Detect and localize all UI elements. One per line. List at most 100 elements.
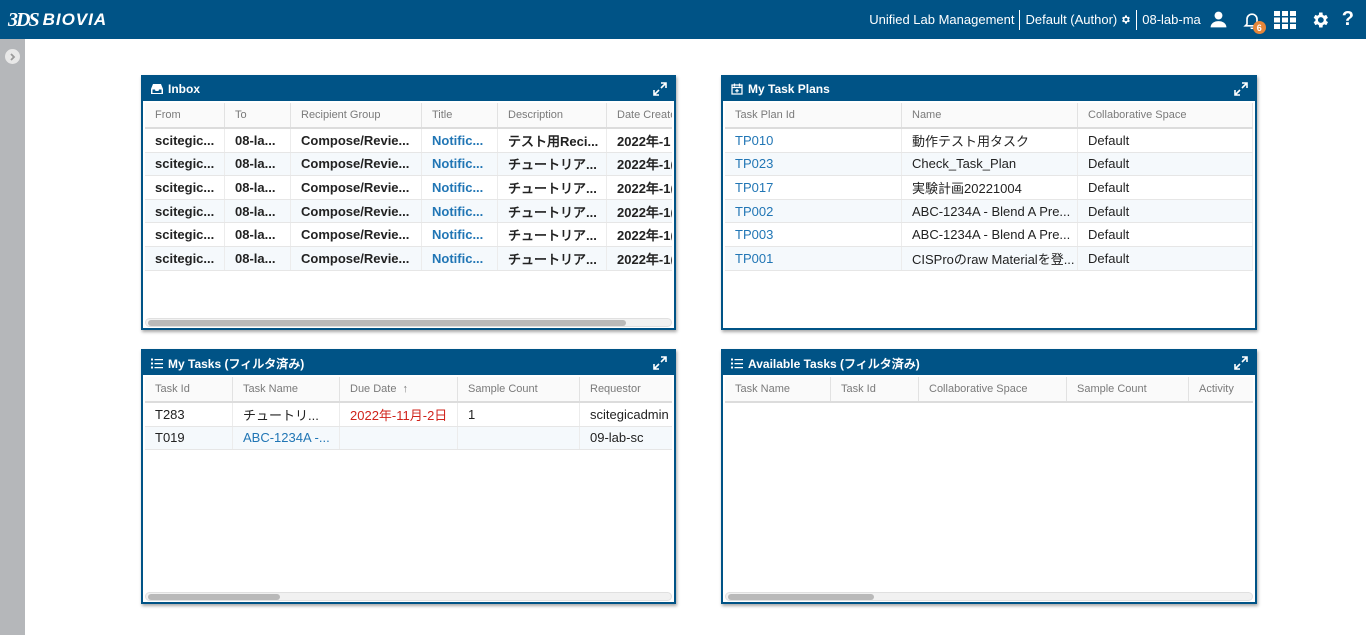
column-header[interactable]: To xyxy=(225,103,291,127)
table-cell: 08-la... xyxy=(225,129,291,152)
list-icon xyxy=(151,358,163,368)
table-row[interactable]: TP003 ABC-1234A - Blend A Pre... Default xyxy=(725,223,1253,247)
table-cell: チュートリア... xyxy=(498,246,607,270)
column-header[interactable]: Recipient Group xyxy=(291,103,422,127)
table-row[interactable]: TP017 実験計画20221004 Default xyxy=(725,176,1253,200)
table-row[interactable]: T283 チュートリ... 2022年-11月-2日 1 scitegicadmin xyxy=(145,403,672,427)
expand-icon[interactable] xyxy=(653,356,667,370)
my-tasks-panel-header: My Tasks (フィルタ済み) xyxy=(143,351,674,375)
table-row[interactable]: scitegic... 08-la... Compose/Revie... Notif… xyxy=(145,246,672,271)
table-cell[interactable]: TP010 xyxy=(725,129,902,152)
table-cell: CISProのraw Materialを登... xyxy=(902,246,1078,270)
table-row[interactable]: TP002 ABC-1234A - Blend A Pre... Default xyxy=(725,199,1253,224)
table-cell[interactable]: TP002 xyxy=(725,199,902,223)
table-cell[interactable]: Notific... xyxy=(422,223,498,246)
column-header[interactable]: Sample Count xyxy=(458,377,580,401)
table-cell[interactable]: Notific... xyxy=(422,176,498,199)
table-cell xyxy=(340,426,458,450)
top-bar: 3DS BIOVIA Unified Lab Management Defaul… xyxy=(0,0,1366,39)
table-cell[interactable]: TP001 xyxy=(725,246,902,270)
table-cell[interactable]: TP003 xyxy=(725,223,902,246)
biovia-logo[interactable]: 3DS BIOVIA xyxy=(8,8,107,32)
table-cell: Check_Task_Plan xyxy=(902,152,1078,176)
table-cell[interactable]: Notific... xyxy=(422,152,498,176)
scrollbar-thumb[interactable] xyxy=(148,320,626,326)
column-header[interactable]: Task Name xyxy=(233,377,340,401)
table-cell[interactable]: ABC-1234A -... xyxy=(233,426,340,450)
table-cell: Default xyxy=(1078,129,1253,152)
table-cell[interactable]: TP023 xyxy=(725,152,902,176)
table-cell[interactable]: TP017 xyxy=(725,176,902,199)
table-cell[interactable]: Notific... xyxy=(422,199,498,223)
table-cell: 08-la... xyxy=(225,199,291,223)
user-icon[interactable] xyxy=(1209,0,1228,39)
task-plans-rows: TP010 動作テスト用タスク Default TP023 Check_Task_Pla… xyxy=(725,129,1253,271)
column-header[interactable]: Title xyxy=(422,103,498,127)
table-cell: ABC-1234A - Blend A Pre... xyxy=(902,223,1078,246)
table-row[interactable]: scitegic... 08-la... Compose/Revie... Notif… xyxy=(145,176,672,200)
column-header[interactable]: Activity xyxy=(1189,377,1253,401)
role-selector[interactable]: Default (Author) xyxy=(1025,12,1117,27)
task-plans-grid-header: Task Plan Id Name Collaborative Space xyxy=(725,103,1253,129)
horizontal-scrollbar[interactable] xyxy=(725,592,1253,601)
table-cell: 2022年-11月-2日 xyxy=(340,403,458,426)
task-plans-panel: My Task Plans Task Plan Id Name Collabor… xyxy=(721,75,1257,330)
table-row[interactable]: scitegic... 08-la... Compose/Revie... Notif… xyxy=(145,152,672,177)
column-header-label: Due Date xyxy=(350,383,397,395)
available-tasks-grid: Task Name Task Id Collaborative Space Sa… xyxy=(725,377,1253,600)
role-gear-icon[interactable] xyxy=(1120,0,1131,39)
inbox-title: Inbox xyxy=(168,82,200,96)
table-row[interactable]: TP001 CISProのraw Materialを登... Default xyxy=(725,246,1253,271)
table-row[interactable]: T019 ABC-1234A -... 09-lab-sc xyxy=(145,426,672,451)
table-row[interactable]: scitegic... 08-la... Compose/Revie... Notif… xyxy=(145,199,672,224)
table-row[interactable]: TP023 Check_Task_Plan Default xyxy=(725,152,1253,177)
column-header[interactable]: Name xyxy=(902,103,1078,127)
column-header[interactable]: Collaborative Space xyxy=(1078,103,1253,127)
column-header[interactable]: Task Id xyxy=(831,377,919,401)
column-header[interactable]: From xyxy=(145,103,225,127)
column-header[interactable]: Collaborative Space xyxy=(919,377,1067,401)
scrollbar-thumb[interactable] xyxy=(728,594,874,600)
settings-gear-icon[interactable] xyxy=(1310,0,1330,39)
table-cell[interactable]: Notific... xyxy=(422,129,498,152)
table-cell: テスト用Reci... xyxy=(498,129,607,152)
column-header[interactable]: Task Name xyxy=(725,377,831,401)
table-cell[interactable]: Notific... xyxy=(422,246,498,270)
column-header[interactable]: Task Id xyxy=(145,377,233,401)
expand-icon[interactable] xyxy=(1234,356,1248,370)
expand-sidebar-button[interactable] xyxy=(5,49,20,64)
table-cell: 2022年-1( xyxy=(607,223,672,246)
table-cell: 08-la... xyxy=(225,152,291,176)
table-cell: Compose/Revie... xyxy=(291,223,422,246)
notifications-bell-icon[interactable]: 6 xyxy=(1242,0,1266,39)
horizontal-scrollbar[interactable] xyxy=(145,318,672,327)
my-tasks-grid-header: Task Id Task Name Due Date ↑ Sample Coun… xyxy=(145,377,672,403)
user-name[interactable]: 08-lab-ma xyxy=(1142,12,1201,27)
apps-grid-icon[interactable] xyxy=(1273,0,1296,39)
column-header-due-date[interactable]: Due Date ↑ xyxy=(340,377,458,401)
horizontal-scrollbar[interactable] xyxy=(145,592,672,601)
available-tasks-title: Available Tasks (フィルタ済み) xyxy=(748,356,920,371)
table-cell: ABC-1234A - Blend A Pre... xyxy=(902,199,1078,223)
column-header[interactable]: Sample Count xyxy=(1067,377,1189,401)
table-row[interactable]: scitegic... 08-la... Compose/Revie... Notif… xyxy=(145,223,672,247)
task-plans-grid: Task Plan Id Name Collaborative Space TP… xyxy=(725,103,1253,326)
my-tasks-rows: T283 チュートリ... 2022年-11月-2日 1 scitegicadmin T0… xyxy=(145,403,672,451)
table-cell: 2022年-1( xyxy=(607,247,672,270)
table-cell: 1 xyxy=(458,403,580,426)
expand-icon[interactable] xyxy=(653,82,667,96)
expand-icon[interactable] xyxy=(1234,82,1248,96)
app-name[interactable]: Unified Lab Management xyxy=(869,12,1014,27)
calendar-icon xyxy=(731,83,743,95)
table-row[interactable]: scitegic... 08-la... Compose/Revie... Notif… xyxy=(145,129,672,153)
scrollbar-thumb[interactable] xyxy=(148,594,280,600)
column-header[interactable]: Date Create xyxy=(607,103,672,127)
column-header[interactable]: Requestor xyxy=(580,377,672,401)
table-row[interactable]: TP010 動作テスト用タスク Default xyxy=(725,129,1253,153)
table-cell: Default xyxy=(1078,176,1253,199)
table-cell: 動作テスト用タスク xyxy=(902,129,1078,152)
my-tasks-title: My Tasks (フィルタ済み) xyxy=(168,356,305,371)
column-header[interactable]: Description xyxy=(498,103,607,127)
column-header[interactable]: Task Plan Id xyxy=(725,103,902,127)
help-icon[interactable]: ? xyxy=(1342,0,1354,39)
